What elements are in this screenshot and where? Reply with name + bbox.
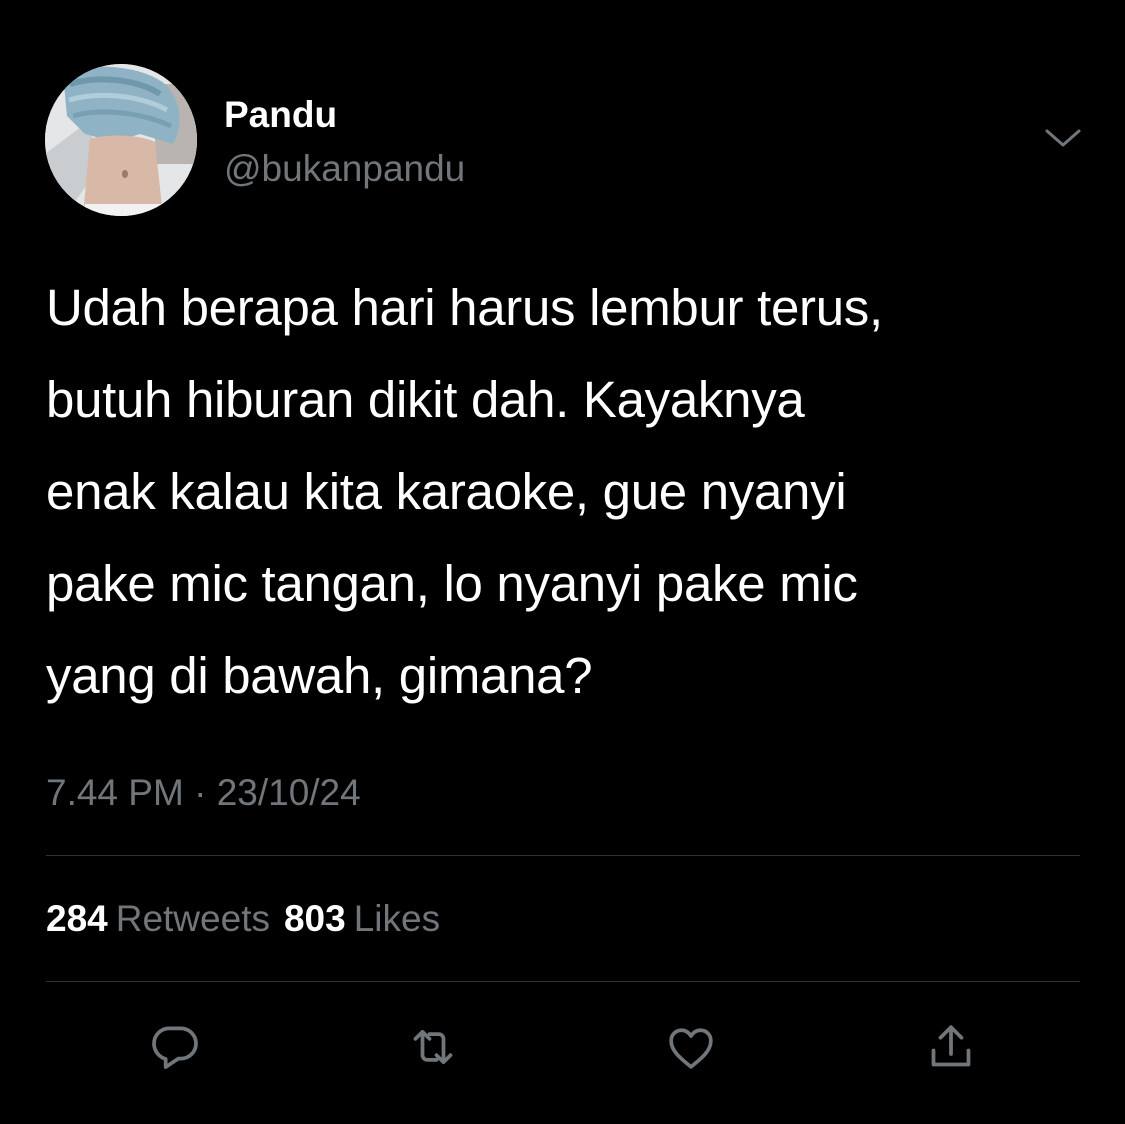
chevron-down-icon <box>1045 129 1081 147</box>
tweet-detail: Pandu @bukanpandu Udah berapa hari harus… <box>0 0 1125 1124</box>
tweet-text-line: enak kalau kita karaoke, gue nyanyi <box>46 463 847 520</box>
like-button[interactable] <box>656 1012 726 1082</box>
like-icon <box>669 1028 713 1069</box>
reply-icon <box>152 1026 198 1069</box>
tweet-text-line: butuh hiburan dikit dah. Kayaknya <box>46 371 805 428</box>
tweet-text: Udah berapa hari harus lembur terus, but… <box>46 262 1096 722</box>
retweets-stat[interactable]: 284 Retweets <box>46 898 270 939</box>
tweet-date: 23/10/24 <box>216 772 361 813</box>
likes-count: 803 <box>283 898 346 939</box>
tweet-stats: 284 Retweets 803 Likes <box>46 896 440 942</box>
retweet-icon <box>413 1029 453 1065</box>
tweet-text-line: yang di bawah, gimana? <box>46 647 593 704</box>
meta-separator: · <box>194 772 207 813</box>
tweet-time: 7.44 PM <box>46 772 184 813</box>
reply-button[interactable] <box>140 1012 210 1082</box>
retweets-count: 284 <box>46 898 108 939</box>
author-display-name[interactable]: Pandu <box>224 92 337 138</box>
share-button[interactable] <box>916 1012 986 1082</box>
tweet-timestamp[interactable]: 7.44 PM · 23/10/24 <box>46 770 361 816</box>
tweet-text-line: Udah berapa hari harus lembur terus, <box>46 279 883 336</box>
retweets-label: Retweets <box>115 898 270 939</box>
tweet-text-line: pake mic tangan, lo nyanyi pake mic <box>46 555 858 612</box>
tweet-actions <box>0 1012 1125 1082</box>
retweet-button[interactable] <box>398 1012 468 1082</box>
more-options-button[interactable] <box>1036 116 1090 162</box>
likes-stat[interactable]: 803 Likes <box>284 898 440 939</box>
divider <box>46 855 1080 856</box>
author-handle[interactable]: @bukanpandu <box>224 146 465 192</box>
share-icon <box>931 1025 971 1067</box>
likes-label: Likes <box>353 898 441 939</box>
avatar-photo-icon <box>45 64 197 216</box>
avatar[interactable] <box>45 64 197 216</box>
divider <box>46 981 1080 982</box>
